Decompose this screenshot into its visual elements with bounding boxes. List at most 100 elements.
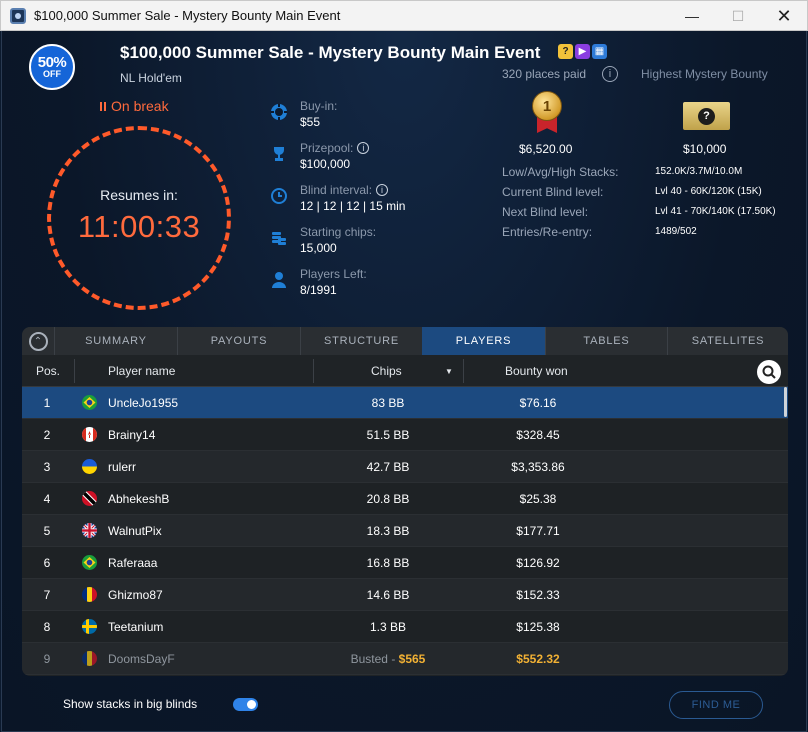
highest-bounty-label: Highest Mystery Bounty: [641, 67, 768, 81]
video-icon[interactable]: ▶: [575, 44, 590, 59]
row-chips: 1.3 BB: [369, 620, 407, 634]
tournament-lobby: 50% OFF $100,000 Summer Sale - Mystery B…: [1, 31, 807, 732]
prizepool-info-icon[interactable]: i: [357, 142, 370, 154]
pause-icon: [100, 101, 106, 111]
row-chips: Busted - $565: [314, 652, 462, 666]
collapse-button[interactable]: ⌃: [22, 327, 54, 355]
calendar-icon[interactable]: ▦: [592, 44, 607, 59]
gold-medal-icon: 1: [530, 91, 564, 137]
window-title: $100,000 Summer Sale - Mystery Bounty Ma…: [34, 8, 341, 23]
blind-interval-label: Blind interval:: [300, 183, 373, 197]
tab-payouts[interactable]: PAYOUTS: [177, 327, 300, 355]
row-player-name: Brainy14: [108, 428, 156, 442]
tab-satellites[interactable]: SATELLITES: [667, 327, 788, 355]
blind-interval-info-icon[interactable]: i: [376, 184, 389, 196]
table-row[interactable]: 7 Ghizmo87 14.6 BB $152.33: [22, 579, 788, 611]
ticket-symbol: ?: [698, 107, 715, 125]
row-bounty: $328.45: [516, 428, 560, 442]
column-player-name[interactable]: Player name: [108, 355, 175, 387]
find-me-button[interactable]: FIND ME: [669, 691, 763, 719]
row-bounty: $126.92: [516, 556, 560, 570]
places-paid-info-icon[interactable]: i: [602, 66, 618, 82]
row-player-name: WalnutPix: [108, 524, 162, 538]
trophy-icon: [270, 145, 288, 163]
row-player-name: Ghizmo87: [108, 588, 163, 602]
table-row[interactable]: 9 DoomsDayF Busted - $565 $552.32: [22, 643, 788, 675]
row-chips: 16.8 BB: [366, 556, 410, 570]
row-bounty: $177.71: [516, 524, 560, 538]
row-bounty: $3,353.86: [511, 460, 565, 474]
search-icon: [762, 365, 776, 379]
row-pos: 5: [43, 524, 51, 538]
first-prize: $6,520.00: [519, 142, 573, 156]
countdown-clock: 11:00:33: [77, 209, 201, 244]
players-table-body: 1 UncleJo1955 83 BB $76.16 2 Brainy14 51…: [22, 387, 788, 675]
table-row[interactable]: 5 WalnutPix 18.3 BB $177.71: [22, 515, 788, 547]
tab-structure[interactable]: STRUCTURE: [300, 327, 422, 355]
row-chips: 20.8 BB: [366, 492, 410, 506]
big-blinds-toggle[interactable]: [233, 698, 258, 711]
table-row[interactable]: 3 rulerr 42.7 BB $3,353.86: [22, 451, 788, 483]
stat-value-next-blind: Lvl 41 - 70K/140K (17.50K): [655, 206, 776, 217]
table-row[interactable]: 8 Teetanium 1.3 BB $125.38: [22, 611, 788, 643]
maximize-button[interactable]: ☐: [715, 1, 761, 31]
trinidad-flag-icon: [82, 491, 97, 506]
busted-label: Busted -: [350, 652, 399, 666]
medal-number: 1: [532, 91, 562, 121]
row-bounty: $125.38: [516, 620, 560, 634]
row-player-name: AbhekeshB: [108, 492, 170, 506]
table-row[interactable]: 1 UncleJo1955 83 BB $76.16: [22, 387, 788, 419]
break-label: On break: [111, 98, 169, 114]
prizepool-label-wrap: Prizepool: i: [300, 141, 370, 155]
tab-players[interactable]: PLAYERS: [422, 327, 545, 355]
row-bounty: $25.38: [519, 492, 557, 506]
close-button[interactable]: ✕: [761, 1, 807, 31]
row-player-name: DoomsDayF: [108, 652, 175, 666]
sweden-flag-icon: [82, 619, 97, 634]
lobby-panel: ⌃ SUMMARY PAYOUTS STRUCTURE PLAYERS TABL…: [22, 327, 788, 676]
starting-chips-label: Starting chips:: [300, 225, 377, 239]
row-chips: 51.5 BB: [366, 428, 410, 442]
tab-summary[interactable]: SUMMARY: [54, 327, 177, 355]
resumes-label: Resumes in:: [100, 187, 178, 203]
sort-down-icon[interactable]: ▼: [445, 355, 453, 387]
buyin-label: Buy-in:: [300, 99, 338, 113]
minimize-button[interactable]: —: [669, 1, 715, 31]
row-pos: 8: [43, 620, 51, 634]
question-icon[interactable]: ?: [558, 44, 573, 59]
tab-tables[interactable]: TABLES: [545, 327, 667, 355]
row-pos: 6: [43, 556, 51, 570]
row-pos: 9: [43, 652, 51, 666]
uk-flag-icon: [82, 523, 97, 538]
column-bounty-won[interactable]: Bounty won: [505, 355, 568, 387]
row-pos: 3: [43, 460, 51, 474]
table-scrollbar[interactable]: [784, 387, 787, 417]
discount-off: OFF: [43, 69, 61, 79]
big-blinds-toggle-label: Show stacks in big blinds: [63, 697, 198, 711]
discount-badge: 50% OFF: [29, 44, 75, 90]
game-type: NL Hold'em: [120, 71, 182, 85]
column-pos[interactable]: Pos.: [36, 355, 60, 387]
bounty-prize: $10,000: [683, 142, 727, 156]
players-left-label: Players Left:: [300, 267, 367, 281]
table-row[interactable]: 4 AbhekeshB 20.8 BB $25.38: [22, 483, 788, 515]
table-row[interactable]: 6 Raferaaa 16.8 BB $126.92: [22, 547, 788, 579]
stat-value-current-blind: Lvl 40 - 60K/120K (15K): [655, 186, 762, 197]
stat-value-entries: 1489/502: [655, 226, 697, 237]
busted-amount: $565: [398, 652, 426, 666]
row-player-name: Teetanium: [108, 620, 164, 634]
search-button[interactable]: [757, 360, 781, 384]
row-player-name: Raferaaa: [108, 556, 158, 570]
mystery-ticket-icon: ?: [683, 102, 730, 130]
brazil-flag-icon: [82, 555, 97, 570]
row-player-name: UncleJo1955: [108, 396, 179, 410]
brazil-flag-icon: [82, 395, 97, 410]
row-player-name: rulerr: [108, 460, 137, 474]
table-row[interactable]: 2 Brainy14 51.5 BB $328.45: [22, 419, 788, 451]
tournament-title: $100,000 Summer Sale - Mystery Bounty Ma…: [120, 43, 541, 62]
row-chips: 18.3 BB: [366, 524, 410, 538]
row-bounty: $76.16: [519, 396, 557, 410]
break-timer: Resumes in: 11:00:33: [47, 126, 231, 310]
clock-icon: [270, 187, 288, 205]
column-chips[interactable]: Chips: [371, 355, 402, 387]
